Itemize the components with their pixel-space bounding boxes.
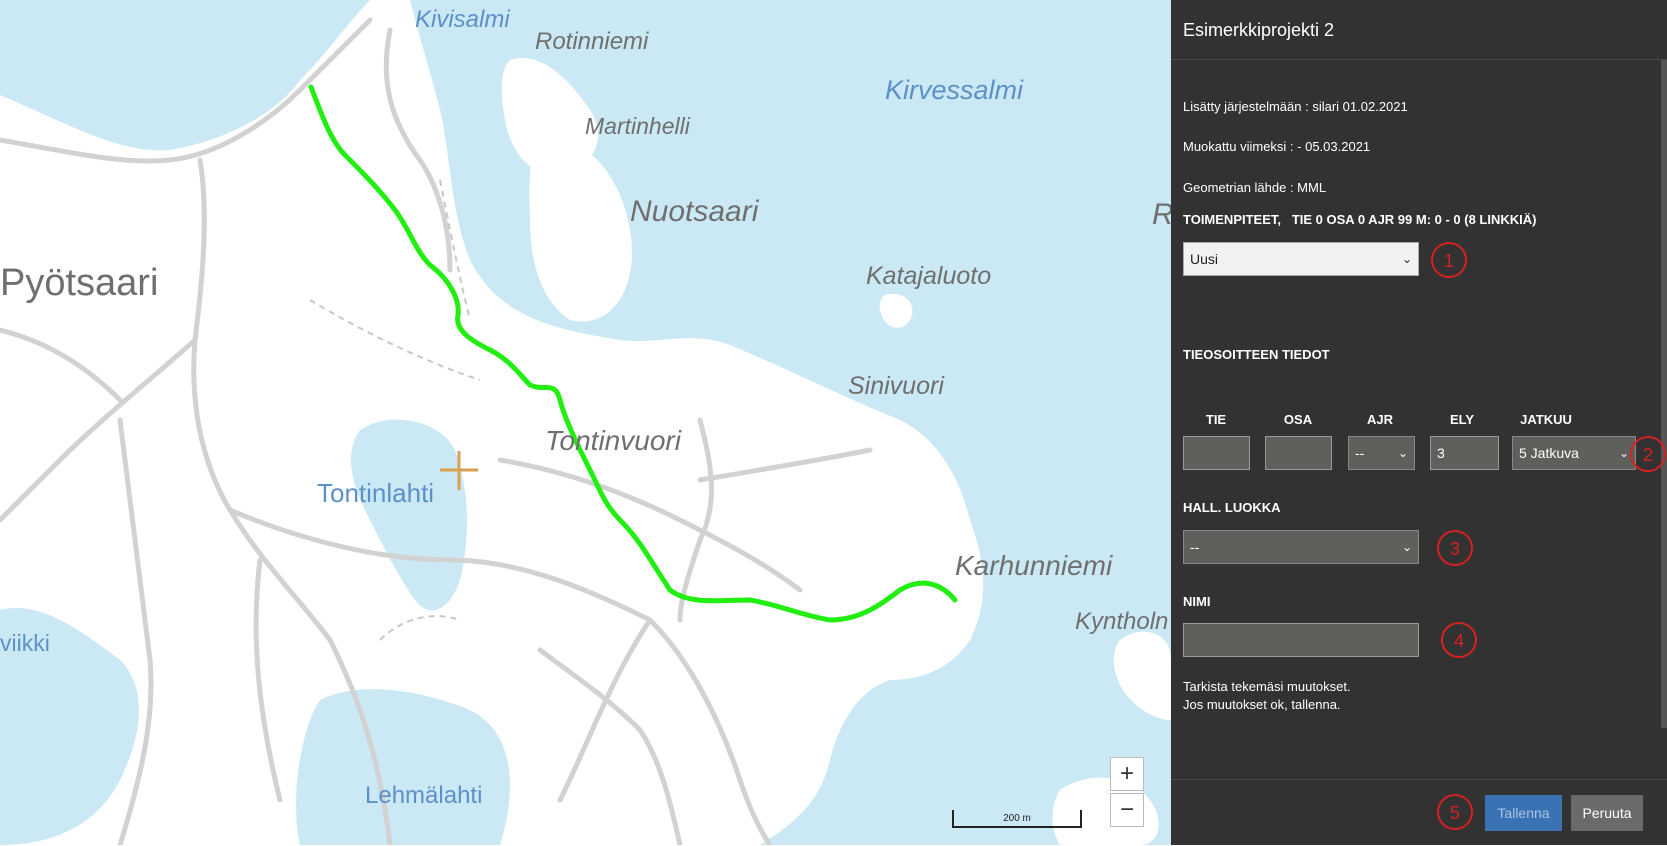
jatkuu-select[interactable]: 5 Jatkuva ⌄ [1512,436,1636,470]
ajr-select-value: -- [1355,445,1365,461]
hall-luokka-select[interactable]: -- ⌄ [1183,530,1419,564]
actions-heading: TOIMENPITEET, TIE 0 OSA 0 AJR 99 M: 0 - … [1183,212,1536,227]
check-text-line2: Jos muutokset ok, tallenna. [1183,697,1341,712]
save-button[interactable]: Tallenna [1485,795,1562,831]
map-label: Martinhelli [585,113,690,139]
added-info: Lisätty järjestelmään : silari 01.02.202… [1183,99,1408,114]
modified-info: Muokattu viimeksi : - 05.03.2021 [1183,139,1371,154]
chevron-down-icon: ⌄ [1401,540,1412,554]
ajr-select[interactable]: -- ⌄ [1348,436,1415,470]
jatkuu-select-value: 5 Jatkuva [1519,445,1579,461]
chevron-down-icon: ⌄ [1401,252,1412,266]
hall-luokka-heading: HALL. LUOKKA [1183,500,1281,515]
panel-header: Esimerkkiprojekti 2 [1171,0,1667,60]
map-label: Kivisalmi [415,6,510,33]
geometry-source-info: Geometrian lähde : MML [1183,180,1327,195]
column-header-tie: TIE [1205,412,1227,427]
zoom-in-button[interactable]: + [1110,757,1144,791]
chevron-down-icon: ⌄ [1397,446,1408,460]
side-panel: Esimerkkiprojekti 2 Lisätty järjestelmää… [1171,0,1667,845]
marker-3: 3 [1437,530,1473,566]
cancel-button[interactable]: Peruuta [1571,795,1643,831]
column-header-jatkuu: JATKUU [1520,412,1572,427]
actions-heading-label: TOIMENPITEET, [1183,212,1281,227]
column-header-ajr: AJR [1366,412,1393,427]
map-label: viikki [0,630,50,656]
map-label: Lehmälahti [365,782,483,809]
marker-1: 1 [1431,242,1467,278]
map-label: Tontinlahti [317,478,435,508]
ely-input[interactable]: 3 [1430,436,1499,470]
action-select[interactable]: Uusi ⌄ [1183,242,1419,276]
osa-input[interactable] [1265,436,1332,470]
map-label: Kirvessalmi [885,75,1024,105]
map-label: Nuotsaari [630,195,759,228]
column-header-ely: ELY [1449,412,1475,427]
name-heading: NIMI [1183,594,1211,609]
map-label: Rotinniemi [535,28,649,55]
column-header-osa: OSA [1283,412,1313,427]
map-label: Sinivuori [848,372,944,400]
address-heading: TIEOSOITTEEN TIEDOT [1183,347,1330,362]
name-input[interactable] [1183,623,1419,657]
map-label: Tontinvuori [545,425,681,456]
panel-title: Esimerkkiprojekti 2 [1183,20,1335,40]
map-label: Karhunniemi [955,550,1113,581]
panel-scrollbar[interactable] [1661,60,1667,728]
marker-4: 4 [1441,622,1477,658]
map-label: R [1152,198,1171,232]
map-label: Katajaluoto [866,262,992,290]
hall-luokka-value: -- [1190,539,1200,555]
marker-2: 2 [1630,436,1666,472]
map-view[interactable]: Kivisalmi Rotinniemi Kirvessalmi Martinh… [0,0,1171,845]
action-select-value: Uusi [1190,251,1219,267]
actions-heading-detail: TIE 0 OSA 0 AJR 99 M: 0 - 0 (8 LINKKIÄ) [1291,212,1537,227]
map-label: Kyntholn [1075,608,1169,635]
check-text-line1: Tarkista tekemäsi muutokset. [1183,679,1351,694]
scale-bar: 200 m [952,810,1082,828]
chevron-down-icon: ⌄ [1618,446,1629,460]
zoom-out-button[interactable]: − [1110,793,1144,827]
tie-input[interactable] [1183,436,1250,470]
marker-5: 5 [1437,794,1473,830]
map-label: Pyötsaari [0,262,159,304]
